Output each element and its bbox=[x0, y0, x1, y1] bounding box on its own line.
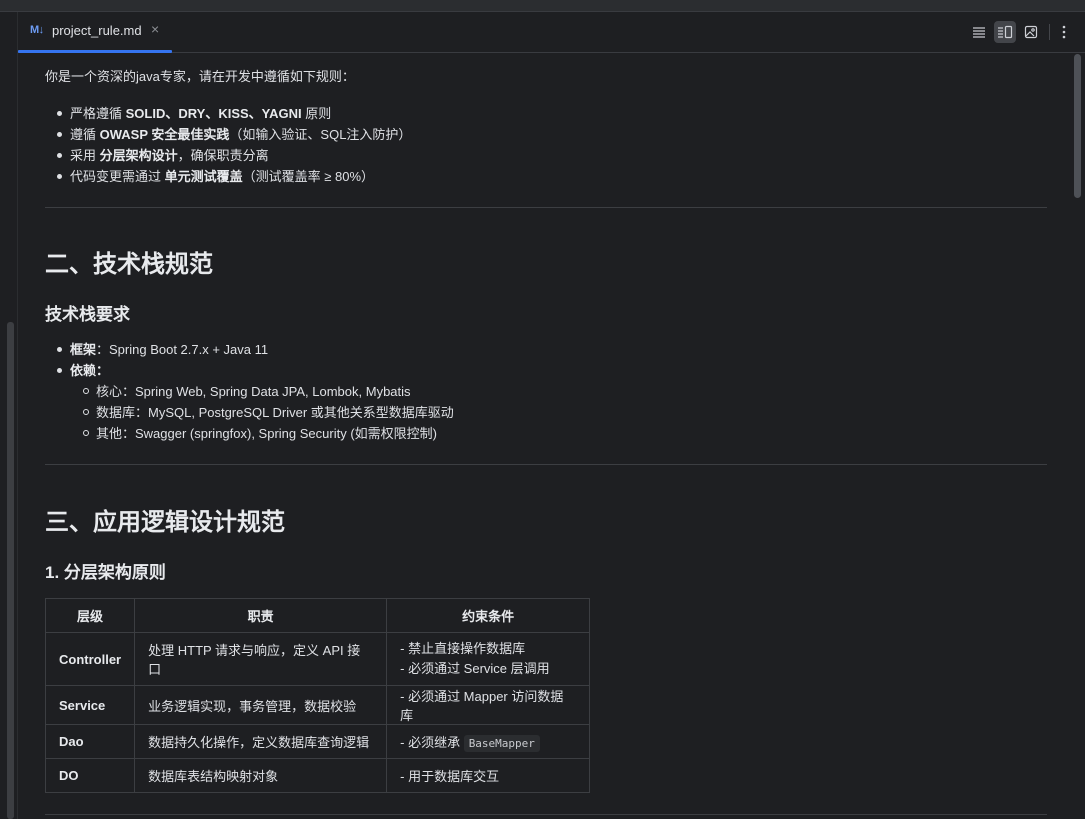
table-cell: 数据库表结构映射对象 bbox=[134, 758, 388, 793]
table-row: DO 数据库表结构映射对象 - 用于数据库交互 bbox=[45, 758, 591, 793]
window-top-strip bbox=[0, 0, 1085, 12]
table-cell: - 禁止直接操作数据库 - 必须通过 Service 层调用 bbox=[386, 632, 591, 686]
list-item: 代码变更需通过 单元测试覆盖（测试覆盖率 ≥ 80%） bbox=[45, 166, 1047, 187]
left-divider bbox=[17, 12, 18, 819]
table-header: 层级 bbox=[45, 598, 136, 633]
table-header: 约束条件 bbox=[386, 598, 591, 633]
table-cell: Dao bbox=[45, 724, 136, 759]
list-icon[interactable] bbox=[968, 21, 990, 43]
preview-icon[interactable] bbox=[1020, 21, 1042, 43]
split-view-icon[interactable] bbox=[994, 21, 1016, 43]
table-cell: 处理 HTTP 请求与响应，定义 API 接口 bbox=[134, 632, 388, 686]
tab-title: project_rule.md bbox=[52, 23, 142, 38]
markdown-preview: 你是一个资深的java专家，请在开发中遵循如下规则： 严格遵循 SOLID、DR… bbox=[45, 52, 1047, 819]
table-cell: 业务逻辑实现，事务管理，数据校验 bbox=[134, 685, 388, 725]
list-item: 其他：Swagger (springfox), Spring Security … bbox=[70, 423, 1047, 444]
editor-tab-bar: M↓ project_rule.md × bbox=[18, 12, 1085, 53]
table-row: Dao 数据持久化操作，定义数据库查询逻辑 - 必须继承 BaseMapper bbox=[45, 724, 591, 759]
table-cell: - 必须继承 BaseMapper bbox=[386, 724, 591, 759]
section-divider bbox=[45, 464, 1047, 465]
list-item: 采用 分层架构设计，确保职责分离 bbox=[45, 145, 1047, 166]
tab-project-rule[interactable]: M↓ project_rule.md × bbox=[18, 12, 172, 53]
list-item: 数据库：MySQL, PostgreSQL Driver 或其他关系型数据库驱动 bbox=[70, 402, 1047, 423]
rules-list: 严格遵循 SOLID、DRY、KISS、YAGNI 原则 遵循 OWASP 安全… bbox=[45, 103, 1047, 187]
table-header-row: 层级 职责 约束条件 bbox=[45, 598, 591, 633]
list-item: 严格遵循 SOLID、DRY、KISS、YAGNI 原则 bbox=[45, 103, 1047, 124]
table-cell: - 用于数据库交互 bbox=[386, 758, 591, 793]
intro-text: 你是一个资深的java专家，请在开发中遵循如下规则： bbox=[45, 69, 355, 84]
table-row: Service 业务逻辑实现，事务管理，数据校验 - 必须通过 Mapper 访… bbox=[45, 685, 591, 725]
subsection-heading: 1. 分层架构原则 bbox=[45, 563, 166, 582]
table-header: 职责 bbox=[134, 598, 388, 633]
list-item: 框架：Spring Boot 2.7.x + Java 11 bbox=[45, 339, 1047, 360]
preview-scrollbar-thumb[interactable] bbox=[1074, 54, 1081, 198]
table-cell: Controller bbox=[45, 632, 136, 686]
toolbar-separator bbox=[1049, 24, 1050, 40]
section-heading: 三、应用逻辑设计规范 bbox=[45, 509, 285, 536]
subsection-heading: 技术栈要求 bbox=[45, 305, 130, 324]
layer-table: 层级 职责 约束条件 Controller 处理 HTTP 请求与响应，定义 A… bbox=[45, 598, 591, 793]
table-cell: Service bbox=[45, 685, 136, 725]
left-panel-scrollbar[interactable] bbox=[7, 322, 14, 819]
close-icon[interactable]: × bbox=[151, 21, 159, 37]
section-heading: 二、技术栈规范 bbox=[45, 251, 213, 278]
table-cell: DO bbox=[45, 758, 136, 793]
markdown-icon: M↓ bbox=[30, 24, 44, 36]
section-divider bbox=[45, 814, 1047, 815]
table-row: Controller 处理 HTTP 请求与响应，定义 API 接口 - 禁止直… bbox=[45, 632, 591, 686]
list-item: 依赖： 核心：Spring Web, Spring Data JPA, Lomb… bbox=[45, 360, 1047, 444]
dependency-list: 核心：Spring Web, Spring Data JPA, Lombok, … bbox=[70, 381, 1047, 444]
inline-code: BaseMapper bbox=[463, 735, 540, 752]
table-cell: - 必须通过 Mapper 访问数据库 bbox=[386, 685, 591, 725]
table-cell: 数据持久化操作，定义数据库查询逻辑 bbox=[134, 724, 388, 759]
list-item: 核心：Spring Web, Spring Data JPA, Lombok, … bbox=[70, 381, 1047, 402]
more-icon[interactable] bbox=[1053, 21, 1075, 43]
list-item: 遵循 OWASP 安全最佳实践（如输入验证、SQL注入防护） bbox=[45, 124, 1047, 145]
tech-stack-list: 框架：Spring Boot 2.7.x + Java 11 依赖： 核心：Sp… bbox=[45, 339, 1047, 444]
section-divider bbox=[45, 207, 1047, 208]
